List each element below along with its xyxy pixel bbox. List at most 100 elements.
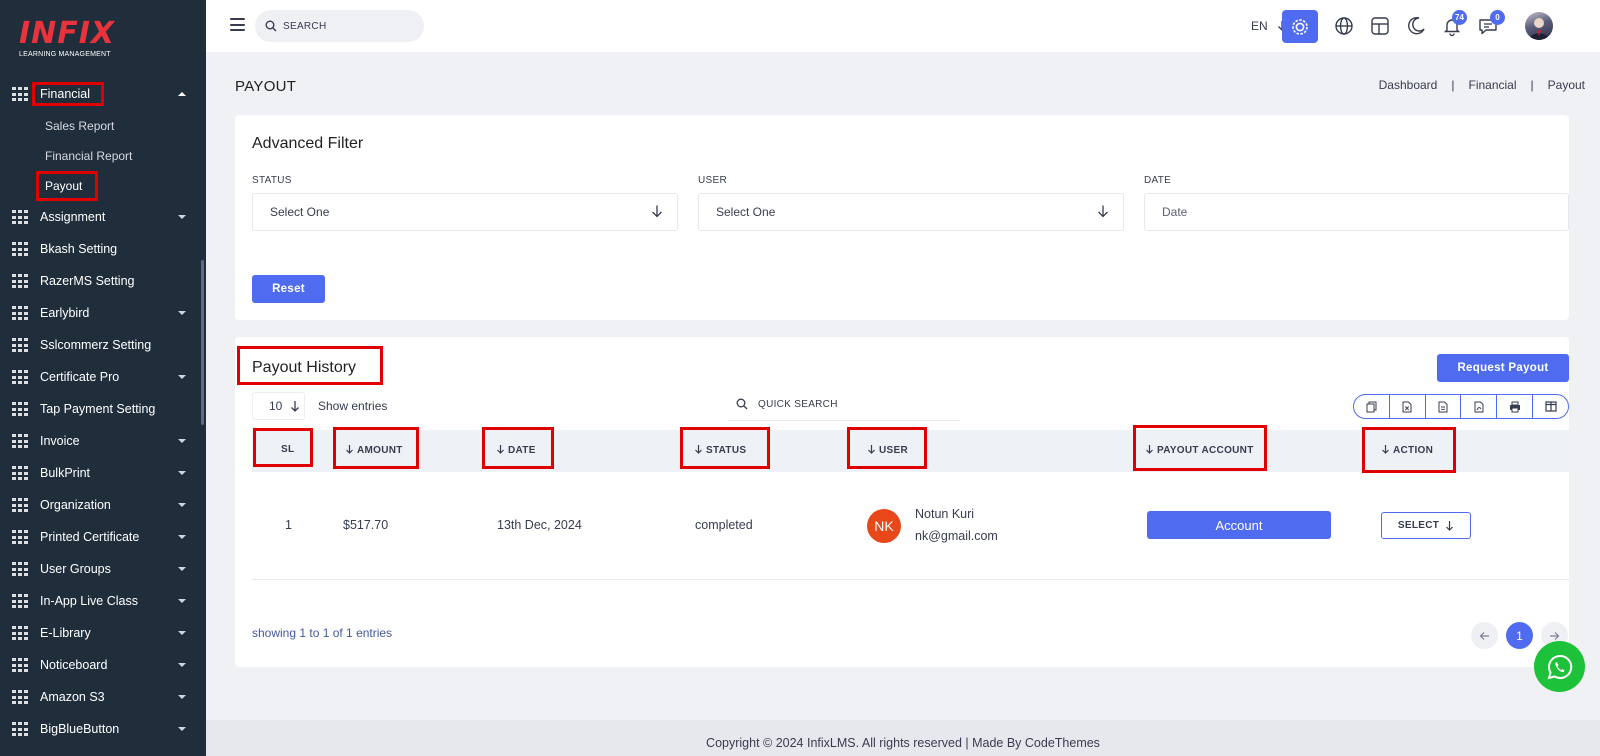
caret-down-icon (178, 471, 186, 475)
sidebar-item-bulkprint[interactable]: BulkPrint (0, 457, 206, 489)
grid-icon (12, 274, 28, 288)
sidebar-item-label: Tap Payment Setting (40, 402, 156, 416)
request-payout-button[interactable]: Request Payout (1437, 354, 1569, 382)
date-field[interactable]: Date (1144, 193, 1569, 231)
sidebar-item-label: Organization (40, 498, 111, 512)
select-action-button[interactable]: SELECT (1381, 512, 1471, 539)
caret-down-icon (178, 567, 186, 571)
layout-icon[interactable] (1368, 14, 1392, 38)
highlight-box (253, 428, 313, 467)
sidebar-item-printed-certificate[interactable]: Printed Certificate (0, 521, 206, 553)
avatar[interactable] (1525, 12, 1553, 40)
menu-icon[interactable] (230, 18, 245, 31)
moon-icon[interactable] (1404, 14, 1428, 38)
highlight-box (1133, 425, 1267, 471)
prev-page-button[interactable] (1471, 622, 1498, 649)
whatsapp-button[interactable] (1534, 641, 1585, 692)
entries-select[interactable]: 10 (252, 392, 305, 420)
breadcrumb: Dashboard | Financial | Payout (1379, 78, 1585, 92)
payout-history-card (235, 337, 1569, 667)
logo-text: INFIX (19, 16, 116, 51)
excel-file-icon (1402, 401, 1412, 412)
grid-icon (12, 338, 28, 352)
sidebar-item-noticeboard[interactable]: Noticeboard (0, 649, 206, 681)
page-title: PAYOUT (235, 78, 297, 95)
sidebar-item-tap-payment-setting[interactable]: Tap Payment Setting (0, 393, 206, 425)
status-select[interactable]: Select One (252, 193, 678, 231)
csv-button[interactable] (1426, 395, 1462, 418)
sidebar-subitem-financial-report[interactable]: Financial Report (45, 149, 132, 163)
notifications-button[interactable]: 74 (1440, 10, 1467, 38)
arrow-down-icon (652, 205, 662, 218)
sidebar-item-label: E-Library (40, 626, 91, 640)
search-input[interactable] (283, 20, 413, 32)
account-button[interactable]: Account (1147, 511, 1331, 539)
sidebar-item-e-library[interactable]: E-Library (0, 617, 206, 649)
sidebar-item-label: Amazon S3 (40, 690, 105, 704)
print-button[interactable] (1497, 395, 1534, 418)
highlight-box (1362, 427, 1456, 473)
caret-down-icon (178, 727, 186, 731)
page-button-1[interactable]: 1 (1506, 622, 1533, 649)
brand-logo[interactable]: INFIX LEARNING MANAGEMENT (19, 16, 116, 59)
sidebar-item-in-app-live-class[interactable]: In-App Live Class (0, 585, 206, 617)
sidebar-item-certificate-pro[interactable]: Certificate Pro (0, 361, 206, 393)
caret-down-icon (178, 375, 186, 379)
excel-button[interactable] (1390, 395, 1426, 418)
grid-icon (12, 370, 28, 384)
grid-icon (12, 658, 28, 672)
breadcrumb-financial[interactable]: Financial (1468, 78, 1516, 92)
sidebar-item-label: Sslcommerz Setting (40, 338, 152, 352)
grid-icon (12, 690, 28, 704)
sidebar-item-label: BulkPrint (40, 466, 91, 480)
printer-icon (1509, 401, 1520, 412)
breadcrumb-dashboard[interactable]: Dashboard (1379, 78, 1438, 92)
column-visibility-button[interactable] (1533, 395, 1568, 418)
grid-icon (12, 87, 28, 101)
sidebar-scrollbar[interactable] (201, 260, 204, 425)
csv-file-icon (1438, 401, 1448, 412)
sidebar-item-bkash-setting[interactable]: Bkash Setting (0, 233, 206, 265)
sidebar-item-sslcommerz-setting[interactable]: Sslcommerz Setting (0, 329, 206, 361)
copy-button[interactable] (1354, 395, 1390, 418)
cell-user-email: nk@gmail.com (915, 529, 998, 543)
sidebar-item-razerms-setting[interactable]: RazerMS Setting (0, 265, 206, 297)
breadcrumb-separator: | (1530, 78, 1534, 92)
pdf-button[interactable] (1461, 395, 1498, 418)
settings-button[interactable] (1282, 10, 1318, 43)
notifications-badge: 74 (1452, 10, 1467, 25)
highlight-box (36, 171, 98, 201)
show-entries-label: Show entries (318, 399, 388, 413)
quick-search-input[interactable]: QUICK SEARCH (728, 388, 960, 421)
sidebar-item-bigbluebutton[interactable]: BigBlueButton (0, 713, 206, 745)
quick-search-placeholder: QUICK SEARCH (758, 398, 838, 410)
caret-down-icon (178, 695, 186, 699)
sidebar-item-invoice[interactable]: Invoice (0, 425, 206, 457)
breadcrumb-payout: Payout (1547, 78, 1585, 92)
status-label: STATUS (252, 175, 292, 186)
sidebar-item-label: RazerMS Setting (40, 274, 135, 288)
caret-down-icon (178, 439, 186, 443)
grid-icon (12, 466, 28, 480)
grid-icon (12, 722, 28, 736)
sidebar-item-earlybird[interactable]: Earlybird (0, 297, 206, 329)
grid-icon (12, 434, 28, 448)
grid-icon (12, 210, 28, 224)
reset-button[interactable]: Reset (252, 275, 325, 303)
cell-status: completed (695, 518, 753, 532)
user-select[interactable]: Select One (698, 193, 1124, 231)
sidebar-item-assignment[interactable]: Assignment (0, 201, 206, 233)
messages-button[interactable]: 0 (1476, 10, 1505, 38)
sidebar-item-label: Invoice (40, 434, 80, 448)
copy-icon (1366, 401, 1377, 412)
globe-icon[interactable] (1332, 14, 1356, 38)
sidebar-item-amazon-s3[interactable]: Amazon S3 (0, 681, 206, 713)
gear-icon (1292, 18, 1308, 35)
sidebar-item-organization[interactable]: Organization (0, 489, 206, 521)
sidebar: INFIX LEARNING MANAGEMENT Financial Sale… (0, 0, 206, 756)
sidebar-item-user-groups[interactable]: User Groups (0, 553, 206, 585)
sidebar-item-label: Earlybird (40, 306, 90, 320)
sidebar-item-label: Assignment (40, 210, 106, 224)
sidebar-subitem-sales-report[interactable]: Sales Report (45, 119, 114, 133)
search-box[interactable] (255, 10, 424, 42)
